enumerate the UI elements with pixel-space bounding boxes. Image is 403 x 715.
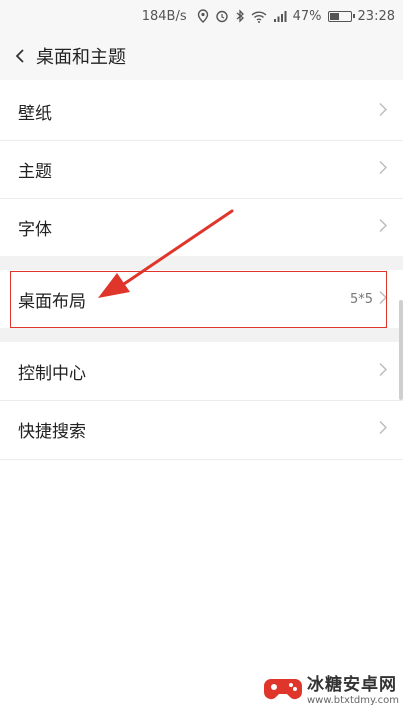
settings-item-quick-search[interactable]: 快捷搜索 [0, 400, 403, 458]
wifi-icon [251, 10, 267, 23]
chevron-left-icon[interactable] [14, 48, 30, 64]
chevron-right-icon [379, 290, 387, 309]
signal-icon [273, 10, 287, 23]
settings-item-label: 快捷搜索 [18, 421, 86, 442]
bluetooth-icon [235, 9, 245, 23]
chevron-right-icon [379, 102, 387, 121]
settings-group-2: 控制中心 快捷搜索 [0, 342, 403, 458]
battery-percent: 47% [292, 8, 322, 24]
watermark-title: 冰糖安卓网 [306, 675, 397, 695]
gamepad-logo-icon [263, 679, 302, 700]
chevron-right-icon [379, 160, 387, 179]
settings-item-value: 5*5 [349, 291, 373, 307]
settings-item-control-center[interactable]: 控制中心 [0, 342, 403, 400]
status-bar: 184B/s 47% 23:28 [0, 0, 403, 32]
header: 桌面和主题 [0, 32, 403, 80]
watermark: 冰糖安卓网 www.btxtdmy.com [263, 663, 399, 713]
settings-item-label: 控制中心 [18, 363, 86, 384]
network-speed: 184B/s [141, 8, 187, 24]
page-title: 桌面和主题 [36, 47, 126, 68]
watermark-url: www.btxtdmy.com [306, 695, 399, 706]
settings-item-font[interactable]: 字体 [0, 198, 403, 256]
clock: 23:28 [357, 8, 395, 24]
settings-item-label: 字体 [18, 219, 52, 240]
chevron-right-icon [379, 420, 387, 439]
settings-group-1: 壁纸 主题 字体 [0, 82, 403, 256]
location-icon [197, 9, 209, 23]
section-divider [0, 256, 403, 270]
battery-level [329, 12, 339, 20]
alarm-icon [215, 9, 229, 23]
battery-icon [327, 10, 355, 22]
settings-item-theme[interactable]: 主题 [0, 140, 403, 198]
section-divider [0, 328, 403, 342]
chevron-right-icon [379, 362, 387, 381]
settings-group-layout: 桌面布局 5*5 [0, 270, 403, 328]
divider [0, 459, 403, 460]
settings-item-wallpaper[interactable]: 壁纸 [0, 82, 403, 140]
settings-item-label: 主题 [18, 161, 52, 182]
settings-item-label: 壁纸 [18, 103, 52, 124]
settings-item-label: 桌面布局 [18, 291, 86, 312]
chevron-right-icon [379, 218, 387, 237]
settings-item-desktop-layout[interactable]: 桌面布局 5*5 [0, 270, 403, 328]
scrollbar[interactable] [399, 300, 403, 400]
